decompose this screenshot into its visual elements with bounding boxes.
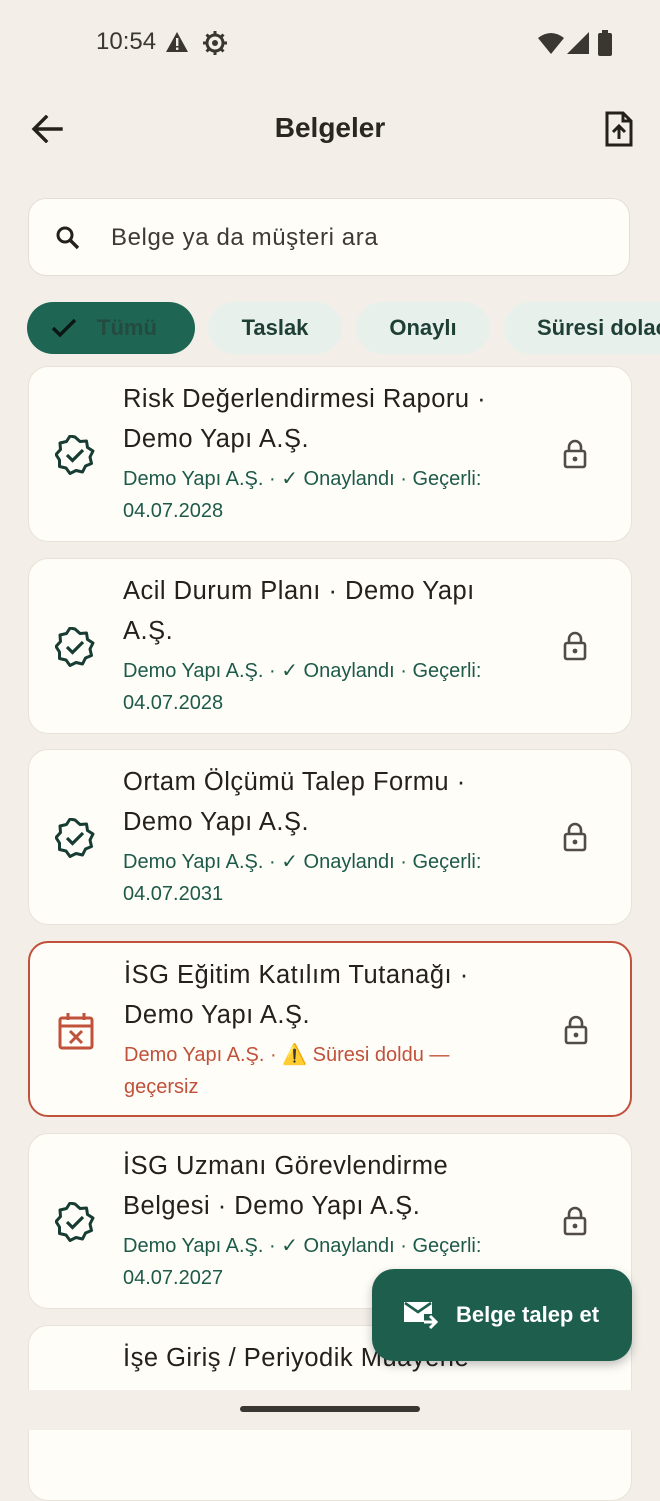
chip-label: Taslak [241,315,309,340]
document-status: Demo Yapı A.Ş. · ⚠️ Süresi doldu — geçer… [124,1044,450,1098]
settings-gear-icon [202,30,228,60]
check-icon [51,318,77,338]
document-title: Ortam Ölçümü Talep Formu · Demo Yapı A.Ş… [123,768,466,836]
document-card[interactable]: Risk Değerlendirmesi Raporu · Demo Yapı … [28,366,632,542]
chip-all[interactable]: Tümü [27,302,195,354]
lock-icon [563,822,587,856]
verified-badge-icon [54,1201,95,1246]
lock-icon [563,631,587,665]
home-gesture-handle[interactable] [240,1406,420,1412]
document-title: Risk Değerlendirmesi Raporu · Demo Yapı … [123,385,487,453]
document-status: Demo Yapı A.Ş. · ✓ Onaylandı · Geçerli: … [123,851,482,905]
battery-icon [597,30,613,60]
document-title: İSG Uzmanı Görevlendirme Belgesi · Demo … [123,1152,449,1220]
verified-badge-icon [54,434,95,479]
filter-chip-row: Tümü Taslak Onaylı Süresi dolac [0,300,660,358]
request-document-button[interactable]: Belge talep et [372,1269,632,1361]
search-input[interactable] [109,213,613,263]
calendar-x-icon [56,1011,96,1055]
document-card[interactable]: Acil Durum Planı · Demo Yapı A.Ş. Demo Y… [28,558,632,734]
mail-forward-icon [402,1300,440,1330]
document-card[interactable]: Ortam Ölçümü Talep Formu · Demo Yapı A.Ş… [28,749,632,925]
search-bar [28,198,630,276]
status-bar: 10:54 [0,0,660,88]
page-title: Belgeler [274,112,386,143]
top-app-bar: Belgeler [0,92,660,168]
chip-label: Süresi dolac [537,315,660,340]
search-icon [55,225,81,255]
fab-label: Belge talep et [456,1302,600,1327]
lock-icon [563,439,587,473]
upload-document-button[interactable] [594,106,644,156]
file-upload-icon [604,111,634,151]
document-card-expired[interactable]: İSG Eğitim Katılım Tutanağı · Demo Yapı … [28,941,632,1117]
chip-label: Tümü [97,315,157,340]
chip-draft[interactable]: Taslak [208,302,342,354]
chip-expiring[interactable]: Süresi dolac [504,302,660,354]
chip-approved[interactable]: Onaylı [356,302,490,354]
verified-badge-icon [54,626,95,671]
chip-label: Onaylı [389,315,457,340]
alert-triangle-icon [165,31,189,57]
status-time: 10:54 [96,28,157,55]
document-status: Demo Yapı A.Ş. · ✓ Onaylandı · Geçerli: … [123,660,482,714]
lock-icon [564,1015,588,1049]
document-title: Acil Durum Planı · Demo Yapı A.Ş. [123,577,475,645]
document-status: Demo Yapı A.Ş. · ✓ Onaylandı · Geçerli: … [123,468,482,522]
wifi-icon [538,32,564,58]
lock-icon [563,1206,587,1240]
cell-signal-icon [567,32,589,58]
document-title: İSG Eğitim Katılım Tutanağı · Demo Yapı … [124,961,469,1029]
verified-badge-icon [54,817,95,862]
